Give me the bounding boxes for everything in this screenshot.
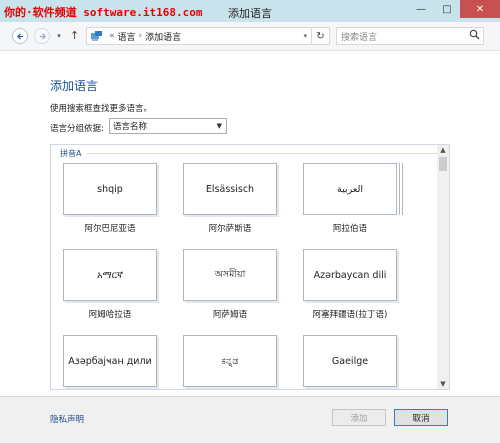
section-header: 拼音A <box>60 149 82 158</box>
search-input[interactable]: 搜索语言 <box>336 27 484 45</box>
chevron-down-icon: ▼ <box>216 122 222 130</box>
section-divider <box>87 153 449 154</box>
breadcrumb-item-languages[interactable]: 语言 <box>118 30 136 43</box>
language-native-name: Azərbaycan dili <box>313 269 387 281</box>
back-button[interactable] <box>12 28 28 44</box>
breadcrumb-item-add-language[interactable]: 添加语言 <box>145 30 181 43</box>
group-by-value: 语言名称 <box>113 122 148 132</box>
privacy-link[interactable]: 隐私声明 <box>50 413 84 425</box>
group-by-select[interactable]: 语言名称 ▼ <box>109 118 227 134</box>
minimize-button[interactable]: — <box>408 0 434 18</box>
language-name: 阿姆哈拉语 <box>88 310 132 320</box>
language-name: 阿萨姆语 <box>212 310 247 320</box>
scroll-up-icon[interactable]: ▲ <box>437 146 449 154</box>
language-tile[interactable]: Azərbaycan dili <box>303 249 397 301</box>
language-tile[interactable]: Elsässisch <box>183 163 277 215</box>
recent-locations-dropdown[interactable]: ▾ <box>54 31 64 41</box>
language-native-name: Elsässisch <box>205 183 255 195</box>
control-panel-icon <box>91 31 102 41</box>
language-name: 阿塞拜疆语(拉丁语) <box>312 310 388 320</box>
language-tile[interactable]: shqip <box>63 163 157 215</box>
language-tile[interactable]: አማርኛ <box>63 249 157 301</box>
forward-button[interactable] <box>34 28 50 44</box>
language-tile[interactable]: ಕನ್ನಡ <box>183 335 277 387</box>
scroll-thumb[interactable] <box>439 157 447 171</box>
language-tile[interactable]: العربية <box>303 163 397 215</box>
breadcrumb-overflow[interactable]: « <box>109 31 115 41</box>
title-bar: 你的·软件频道 software.it168.com 添加语言 — □ ✕ <box>0 0 500 22</box>
language-tile[interactable]: অসমীয়া <box>183 249 277 301</box>
scroll-down-icon[interactable]: ▼ <box>437 380 449 388</box>
language-name: 阿拉伯语 <box>332 224 367 234</box>
back-arrow-icon <box>16 32 23 40</box>
language-list: 拼音A shqip 阿尔巴尼亚语 Elsässisch 阿尔萨斯语 العربي… <box>50 144 450 390</box>
address-bar[interactable]: « 语言 › 添加语言 ▾ <box>86 27 312 45</box>
vertical-scrollbar[interactable]: ▲ ▼ <box>437 145 449 389</box>
close-button[interactable]: ✕ <box>460 0 500 18</box>
language-native-name: Gaeilge <box>331 355 369 367</box>
navigation-bar: ▾ ↑ « 语言 › 添加语言 ▾ ↻ 搜索语言 <box>0 22 500 51</box>
forward-arrow-icon <box>39 32 46 40</box>
language-native-name: অসমীয়া <box>214 268 246 280</box>
chevron-down-icon[interactable]: ▾ <box>303 32 307 40</box>
add-button[interactable]: 添加 <box>332 409 386 426</box>
search-icon[interactable] <box>469 29 480 40</box>
language-native-name: shqip <box>97 183 123 195</box>
language-native-name: Азәрбајҹан дили <box>68 355 152 367</box>
language-tile[interactable]: Азәрбајҹан дили <box>63 335 157 387</box>
language-native-name: العربية <box>337 183 363 195</box>
window-controls: — □ ✕ <box>408 0 500 18</box>
page-title: 添加语言 <box>50 79 99 93</box>
language-name: 阿尔萨斯语 <box>208 224 252 234</box>
footer: 隐私声明 添加 取消 <box>0 396 500 443</box>
language-name: 阿尔巴尼亚语 <box>84 224 136 234</box>
cancel-button[interactable]: 取消 <box>394 409 448 426</box>
maximize-button[interactable]: □ <box>434 0 460 18</box>
refresh-button[interactable]: ↻ <box>312 27 330 45</box>
group-by-label: 语言分组依据: <box>50 124 104 134</box>
search-placeholder: 搜索语言 <box>341 32 378 43</box>
page-description: 使用搜索框查找更多语言。 <box>50 104 153 114</box>
language-native-name: ಕನ್ನಡ <box>221 355 239 367</box>
language-native-name: አማርኛ <box>96 269 123 281</box>
breadcrumb-separator-icon: › <box>138 31 143 41</box>
language-tile[interactable]: Gaeilge <box>303 335 397 387</box>
up-button[interactable]: ↑ <box>70 29 79 42</box>
